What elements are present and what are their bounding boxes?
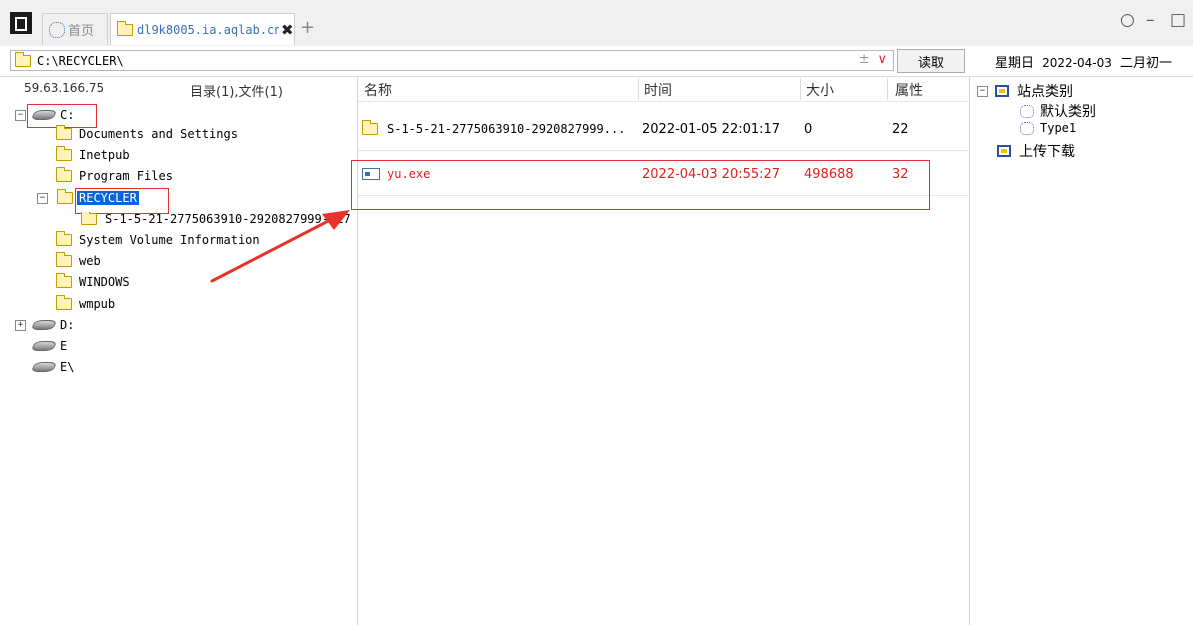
category-node-icon bbox=[1020, 121, 1034, 135]
folder-icon bbox=[55, 273, 72, 288]
drive-icon bbox=[30, 362, 58, 372]
tree-item-drive-d[interactable]: + D: bbox=[15, 318, 74, 332]
folder-icon bbox=[55, 295, 72, 310]
file-time: 2022-01-05 22:01:17 bbox=[642, 121, 781, 137]
folder-icon bbox=[56, 189, 73, 204]
chevron-down-icon[interactable]: ∨ bbox=[877, 52, 887, 67]
row-divider bbox=[358, 150, 969, 151]
address-path: C:\RECYCLER\ bbox=[37, 53, 124, 68]
folder-icon bbox=[55, 146, 72, 161]
tree-item-drive-e-backslash[interactable]: E\ bbox=[30, 360, 75, 374]
category-icon bbox=[995, 85, 1009, 97]
drive-icon bbox=[30, 320, 58, 330]
maximize-button[interactable]: □ bbox=[1170, 10, 1186, 30]
file-name: S-1-5-21-2775063910-2920827999... bbox=[387, 122, 626, 136]
tree-label: Inetpub bbox=[79, 148, 130, 162]
folder-icon bbox=[81, 212, 97, 225]
tree-item-default-category[interactable]: 默认类别 bbox=[1020, 101, 1096, 121]
tree-item-inetpub[interactable]: Inetpub bbox=[55, 146, 130, 162]
lunar-date: 二月初一 bbox=[1120, 56, 1173, 71]
column-separator[interactable] bbox=[800, 78, 801, 100]
annotation-box bbox=[75, 188, 169, 214]
server-ip: 59.63.166.75 bbox=[24, 81, 105, 95]
column-header-size[interactable]: 大小 bbox=[806, 80, 834, 100]
tab-home[interactable]: 首页 bbox=[42, 13, 108, 45]
tree-item-windows[interactable]: WINDOWS bbox=[55, 273, 130, 289]
tree-item-site-category[interactable]: − 站点类别 bbox=[977, 81, 1073, 101]
date-value: 2022-04-03 bbox=[1042, 56, 1112, 70]
category-node-icon bbox=[1020, 104, 1034, 118]
annotation-arrow-icon bbox=[210, 210, 350, 283]
tree-label: Program Files bbox=[79, 169, 173, 183]
tree-label: Type1 bbox=[1040, 121, 1077, 135]
tree-item-upload-download[interactable]: 上传下载 bbox=[997, 141, 1075, 161]
tree-item-program-files[interactable]: Program Files bbox=[55, 167, 173, 183]
date-display: 星期日 2022-04-03 二月初一 bbox=[995, 52, 1172, 71]
tree-item-wmpub[interactable]: wmpub bbox=[55, 295, 116, 311]
category-icon bbox=[997, 145, 1011, 157]
tree-item-drive-e[interactable]: E bbox=[30, 339, 68, 353]
address-controls: ± ∨ bbox=[859, 52, 887, 67]
file-attr: 22 bbox=[892, 121, 909, 137]
tree-item-web[interactable]: web bbox=[55, 252, 101, 268]
folder-icon bbox=[361, 120, 378, 135]
tree-label: WINDOWS bbox=[79, 275, 130, 289]
pane-divider-right[interactable] bbox=[969, 77, 970, 625]
minimize-button[interactable]: – bbox=[1146, 10, 1155, 30]
file-size: 0 bbox=[804, 121, 813, 137]
tree-label: 默认类别 bbox=[1040, 104, 1096, 120]
circle-icon[interactable]: ○ bbox=[1120, 10, 1135, 30]
dir-file-count: 目录(1),文件(1) bbox=[190, 85, 283, 100]
column-separator[interactable] bbox=[887, 78, 888, 100]
column-header-name[interactable]: 名称 bbox=[364, 80, 392, 100]
table-row[interactable]: S-1-5-21-2775063910-2920827999... 2022-0… bbox=[361, 120, 968, 138]
tab-site-label: dl9k8005.ia.aqlab.cn bbox=[137, 22, 279, 37]
tree-label: E\ bbox=[60, 360, 75, 374]
app-logo-icon[interactable] bbox=[10, 12, 32, 34]
folder-icon bbox=[14, 51, 31, 67]
home-icon bbox=[49, 21, 65, 38]
plus-minus-icon[interactable]: ± bbox=[859, 52, 870, 67]
tree-item-documents-and-settings[interactable]: Documents and Settings bbox=[55, 125, 238, 141]
expand-icon[interactable]: + bbox=[15, 319, 26, 331]
collapse-icon[interactable]: − bbox=[37, 192, 48, 204]
close-tab-icon[interactable]: ✖ bbox=[281, 21, 294, 39]
collapse-icon[interactable]: − bbox=[15, 109, 26, 121]
tab-home-label: 首页 bbox=[68, 24, 95, 39]
add-tab-button[interactable]: + bbox=[300, 17, 315, 38]
collapse-icon[interactable]: − bbox=[977, 85, 988, 97]
folder-icon bbox=[116, 20, 133, 36]
folder-icon bbox=[55, 125, 72, 140]
column-separator[interactable] bbox=[638, 78, 639, 100]
address-bar[interactable]: C:\RECYCLER\ ± ∨ bbox=[10, 50, 894, 71]
annotation-box bbox=[351, 160, 930, 210]
tree-item-type1[interactable]: Type1 bbox=[1020, 121, 1076, 135]
divider bbox=[0, 76, 1193, 77]
tab-site[interactable]: dl9k8005.ia.aqlab.cn ✖ bbox=[110, 13, 295, 45]
weekday: 星期日 bbox=[995, 56, 1035, 71]
folder-icon bbox=[55, 231, 72, 246]
folder-icon bbox=[55, 252, 72, 267]
drive-icon bbox=[30, 341, 58, 351]
folder-icon bbox=[55, 167, 72, 182]
tree-label: D: bbox=[60, 318, 75, 332]
column-header-attr[interactable]: 属性 bbox=[895, 80, 923, 100]
header-divider bbox=[358, 101, 969, 102]
tree-label: web bbox=[79, 254, 101, 268]
column-header-time[interactable]: 时间 bbox=[644, 80, 672, 100]
tree-label: wmpub bbox=[79, 297, 116, 311]
tree-label: 上传下载 bbox=[1019, 144, 1075, 160]
tree-label: Documents and Settings bbox=[79, 127, 238, 141]
read-button[interactable]: 读取 bbox=[897, 49, 965, 73]
tree-label: 站点类别 bbox=[1017, 84, 1073, 100]
tree-label: E bbox=[60, 339, 68, 353]
